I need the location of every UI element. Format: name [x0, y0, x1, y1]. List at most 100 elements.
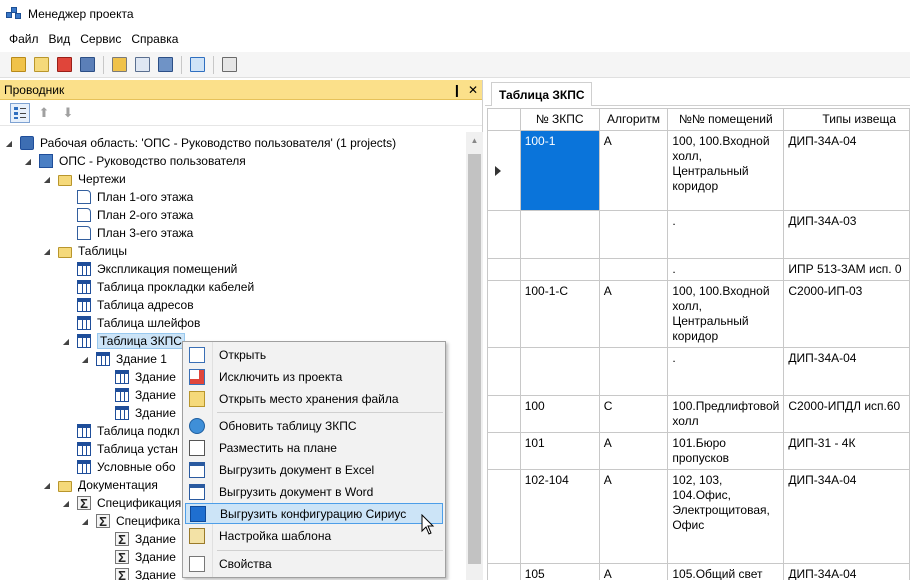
tree-node[interactable]: ◢ Таблица ЗКПС	[61, 332, 185, 350]
zkps-cell[interactable]	[519, 347, 600, 396]
menu-service[interactable]: Сервис	[75, 32, 126, 46]
context-menu-item[interactable]: Разместить на плане	[185, 437, 443, 458]
rooms-cell[interactable]: .	[667, 347, 785, 396]
zkps-cell[interactable]: 102-104	[519, 469, 600, 564]
algorithm-cell[interactable]	[598, 258, 669, 281]
row-header[interactable]	[487, 432, 521, 470]
detector-types-cell[interactable]: ДИП-34А-04	[783, 469, 910, 564]
detector-types-cell[interactable]: ИПР 513-3АМ исп. 0	[783, 258, 910, 281]
table-row[interactable]: . ДИП-34А-04	[487, 347, 910, 396]
new-project-button[interactable]	[8, 55, 28, 75]
detector-types-cell[interactable]: ДИП-34А-03	[783, 210, 910, 259]
close-icon[interactable]: ✕	[468, 83, 478, 97]
rooms-cell[interactable]: 100, 100.Входной холл, Центральный корид…	[667, 280, 785, 348]
table-row[interactable]: 102-104 А 102, 103, 104.Офис, Электрощитов…	[487, 469, 910, 564]
rooms-cell[interactable]: .	[667, 258, 785, 281]
table-row[interactable]: 101 А 101.Бюро пропусков ДИП-31 - 4К	[487, 432, 910, 470]
menu-file[interactable]: Файл	[4, 32, 44, 46]
detector-types-cell[interactable]: ДИП-31 - 4К	[783, 432, 910, 470]
properties-button[interactable]	[132, 55, 152, 75]
tree-node[interactable]: ◢ Рабочая область: 'ОПС - Руководство пол…	[4, 134, 396, 152]
detector-types-cell[interactable]: С2000-ИП-03	[783, 280, 910, 348]
zkps-cell[interactable]	[519, 258, 600, 281]
zkps-cell[interactable]: 105	[519, 563, 600, 580]
table-row[interactable]: 100 С 100.Предлифтовой холл С2000-ИПДЛ исп.…	[487, 395, 910, 433]
context-menu-item[interactable]: Открыть	[185, 344, 443, 365]
scroll-thumb[interactable]	[468, 154, 481, 564]
zkps-cell[interactable]	[519, 210, 600, 259]
context-menu-item[interactable]: Выгрузить конфигурацию Сириус	[185, 503, 443, 524]
tree-node[interactable]: ◢ Чертежи	[42, 170, 126, 188]
expanded-arrow-icon[interactable]: ◢	[23, 157, 33, 166]
algorithm-cell[interactable]: А	[598, 130, 669, 211]
tab-zkps-table[interactable]: Таблица ЗКПС	[491, 82, 593, 106]
tree-node[interactable]: ◢ Σ Спецификация	[61, 494, 181, 512]
move-down-button[interactable]: ⬇	[58, 103, 78, 123]
pin-icon[interactable]: ❙	[452, 83, 462, 97]
tree-node[interactable]: Σ Здание	[99, 566, 176, 580]
row-header[interactable]	[487, 130, 521, 211]
detector-types-cell[interactable]: ДИП-34А-04	[783, 347, 910, 396]
context-menu-item[interactable]: Настройка шаблона	[185, 525, 443, 546]
tree-node[interactable]: Экспликация помещений	[61, 260, 237, 278]
row-header[interactable]	[487, 210, 521, 259]
menu-view[interactable]: Вид	[44, 32, 76, 46]
table-row[interactable]: . ДИП-34А-03	[487, 210, 910, 259]
context-menu-item[interactable]: Выгрузить документ в Excel	[185, 459, 443, 480]
detector-types-cell[interactable]: С2000-ИПДЛ исп.60	[783, 395, 910, 433]
column-header[interactable]: Алгоритм	[598, 108, 669, 131]
close-project-button[interactable]	[54, 55, 74, 75]
move-up-button[interactable]: ⬆	[34, 103, 54, 123]
tree-node[interactable]: План 3-его этажа	[61, 224, 193, 242]
algorithm-cell[interactable]: А	[598, 563, 669, 580]
zkps-cell[interactable]: 101	[519, 432, 600, 470]
tree-node[interactable]: Таблица устан	[61, 440, 178, 458]
rooms-cell[interactable]: 100.Предлифтовой холл	[667, 395, 785, 433]
algorithm-cell[interactable]: С	[598, 395, 669, 433]
tree-node[interactable]: План 2-ого этажа	[61, 206, 193, 224]
column-header[interactable]: №№ помещений	[667, 108, 785, 131]
tree-node[interactable]: Таблица шлейфов	[61, 314, 200, 332]
add-button[interactable]	[219, 55, 239, 75]
expanded-arrow-icon[interactable]: ◢	[42, 175, 52, 184]
menu-help[interactable]: Справка	[126, 32, 183, 46]
context-menu-item[interactable]: Свойства	[185, 553, 443, 574]
expanded-arrow-icon[interactable]: ◢	[80, 355, 90, 364]
row-header[interactable]	[487, 395, 521, 433]
tree-node[interactable]: ◢ Σ Специфика	[80, 512, 180, 530]
row-header[interactable]	[487, 469, 521, 564]
context-menu-item[interactable]: Выгрузить документ в Word	[185, 481, 443, 502]
project-settings-button[interactable]	[109, 55, 129, 75]
expanded-arrow-icon[interactable]: ◢	[4, 139, 14, 148]
rooms-cell[interactable]: .	[667, 210, 785, 259]
tree-node[interactable]: Условные обо	[61, 458, 176, 476]
rooms-cell[interactable]: 100, 100.Входной холл, Центральный корид…	[667, 130, 785, 211]
row-header[interactable]	[487, 563, 521, 580]
zkps-cell[interactable]: 100-1	[519, 130, 600, 211]
algorithm-cell[interactable]: А	[598, 469, 669, 564]
tree-scrollbar[interactable]: ▲	[466, 132, 483, 580]
context-menu-item[interactable]: Исключить из проекта	[185, 366, 443, 387]
row-header[interactable]	[487, 347, 521, 396]
algorithm-cell[interactable]: А	[598, 432, 669, 470]
expanded-arrow-icon[interactable]: ◢	[80, 517, 90, 526]
expanded-arrow-icon[interactable]: ◢	[42, 247, 52, 256]
tree-node[interactable]: План 1-ого этажа	[61, 188, 193, 206]
column-header[interactable]: № ЗКПС	[519, 108, 600, 131]
algorithm-cell[interactable]	[598, 347, 669, 396]
tree-node[interactable]: Σ Здание	[99, 548, 176, 566]
tree-node[interactable]: Здание	[99, 368, 176, 386]
detector-types-cell[interactable]: ДИП-34А-04	[783, 130, 910, 211]
scroll-up-icon[interactable]: ▲	[466, 132, 483, 149]
tree-node[interactable]: Здание	[99, 404, 176, 422]
workspace-button[interactable]	[155, 55, 175, 75]
row-header[interactable]	[487, 280, 521, 348]
expanded-arrow-icon[interactable]: ◢	[61, 337, 71, 346]
save-button[interactable]	[77, 55, 97, 75]
algorithm-cell[interactable]	[598, 210, 669, 259]
tree-node[interactable]: Таблица подкл	[61, 422, 180, 440]
table-row[interactable]: 105 А 105.Общий свет ДИП-34А-04	[487, 563, 910, 580]
row-header[interactable]	[487, 258, 521, 281]
rooms-cell[interactable]: 102, 103, 104.Офис, Электрощитовая, Офис	[667, 469, 785, 564]
table-row[interactable]: 100-1 А 100, 100.Входной холл, Центральный…	[487, 130, 910, 211]
